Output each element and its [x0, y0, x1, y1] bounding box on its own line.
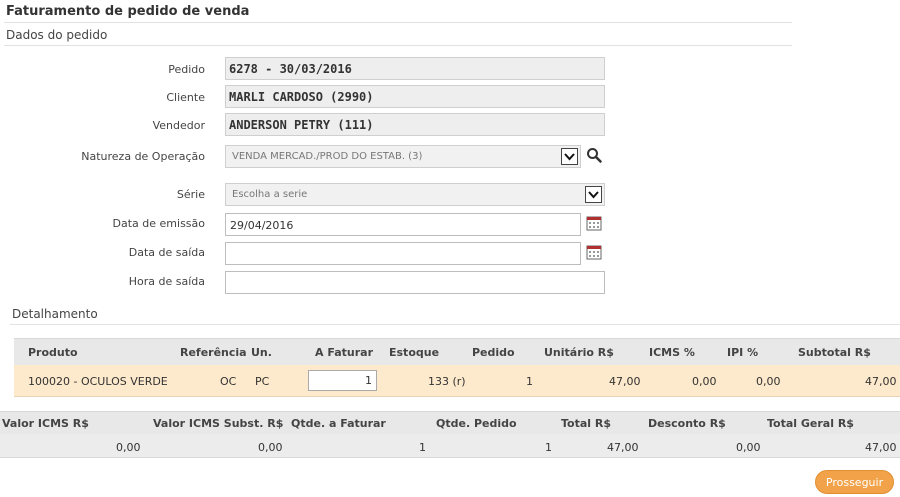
col-valor-icms: Valor ICMS R$ — [2, 417, 89, 430]
details-section-title: Detalhamento — [12, 307, 98, 321]
cell-estoque: 133 (r) — [428, 375, 466, 388]
cell-produto: 100020 - OCULOS VERDE — [28, 375, 168, 388]
cell-subtotal: 47,00 — [865, 375, 897, 388]
search-icon[interactable] — [586, 147, 602, 163]
totals-table-header: Valor ICMS R$ Valor ICMS Subst. R$ Qtde.… — [0, 411, 900, 434]
data-saida-label: Data de saída — [128, 246, 205, 259]
col-valor-icms-subst: Valor ICMS Subst. R$ — [153, 417, 284, 430]
order-section-divider — [4, 45, 792, 46]
cliente-label: Cliente — [166, 91, 205, 104]
vendedor-field: ANDERSON PETRY (111) — [225, 113, 605, 136]
data-emissao-input[interactable]: 29/04/2016 — [225, 213, 581, 236]
a-faturar-input[interactable]: 1 — [308, 370, 377, 391]
cell-un: PC — [255, 375, 270, 388]
cell-desconto: 0,00 — [736, 441, 761, 454]
calendar-icon[interactable] — [586, 215, 602, 231]
col-icms: ICMS % — [649, 346, 695, 359]
data-emissao-label: Data de emissão — [112, 217, 205, 230]
hora-saida-input[interactable] — [225, 271, 605, 294]
details-divider — [10, 324, 900, 325]
calendar-icon[interactable] — [586, 244, 602, 260]
col-un: Un. — [251, 346, 272, 359]
page-title: Faturamento de pedido de venda — [6, 4, 250, 19]
col-total-geral: Total Geral R$ — [767, 417, 854, 430]
col-referencia: Referência — [180, 346, 247, 359]
cell-valor-icms-subst: 0,00 — [258, 441, 283, 454]
totals-row: 0,00 0,00 1 1 47,00 0,00 47,00 — [0, 434, 900, 458]
cell-total: 47,00 — [607, 441, 639, 454]
cell-valor-icms: 0,00 — [116, 441, 141, 454]
natureza-select[interactable]: VENDA MERCAD./PROD DO ESTAB. (3) — [225, 145, 581, 168]
proceed-button[interactable]: Prosseguir — [815, 470, 894, 494]
table-row: 100020 - OCULOS VERDE OC PC 1 133 (r) 1 … — [14, 365, 900, 397]
serie-select[interactable]: Escolha a serie — [225, 183, 605, 206]
cell-qtde-faturar: 1 — [419, 441, 426, 454]
col-estoque: Estoque — [389, 346, 440, 359]
col-desconto: Desconto R$ — [648, 417, 726, 430]
col-unitario: Unitário R$ — [544, 346, 614, 359]
hora-saida-label: Hora de saída — [128, 275, 205, 288]
cliente-field: MARLI CARDOSO (2990) — [225, 85, 605, 108]
col-total: Total R$ — [561, 417, 612, 430]
data-saida-input[interactable] — [225, 242, 581, 265]
vendedor-label: Vendedor — [152, 119, 205, 132]
cell-ipi: 0,00 — [756, 375, 781, 388]
chevron-down-icon[interactable] — [561, 148, 578, 165]
cell-qtde-pedido: 1 — [545, 441, 552, 454]
natureza-select-value: VENDA MERCAD./PROD DO ESTAB. (3) — [232, 151, 423, 162]
cell-icms: 0,00 — [692, 375, 717, 388]
cell-unitario: 47,00 — [609, 375, 641, 388]
col-qtde-faturar: Qtde. a Faturar — [291, 417, 386, 430]
pedido-label: Pedido — [168, 63, 205, 76]
title-divider — [4, 22, 792, 23]
pedido-field: 6278 - 30/03/2016 — [225, 57, 605, 80]
items-table-header: Produto Referência Un. A Faturar Estoque… — [14, 338, 900, 365]
col-pedido: Pedido — [472, 346, 515, 359]
col-produto: Produto — [28, 346, 78, 359]
serie-label: Série — [176, 188, 205, 201]
col-a-faturar: A Faturar — [315, 346, 373, 359]
chevron-down-icon[interactable] — [585, 186, 602, 203]
natureza-label: Natureza de Operação — [81, 150, 205, 163]
order-section-title: Dados do pedido — [6, 28, 108, 42]
cell-pedido: 1 — [526, 375, 533, 388]
cell-referencia: OC — [220, 375, 237, 388]
col-subtotal: Subtotal R$ — [798, 346, 871, 359]
serie-select-value: Escolha a serie — [232, 189, 308, 200]
col-qtde-pedido: Qtde. Pedido — [436, 417, 517, 430]
cell-total-geral: 47,00 — [865, 441, 897, 454]
col-ipi: IPI % — [727, 346, 759, 359]
